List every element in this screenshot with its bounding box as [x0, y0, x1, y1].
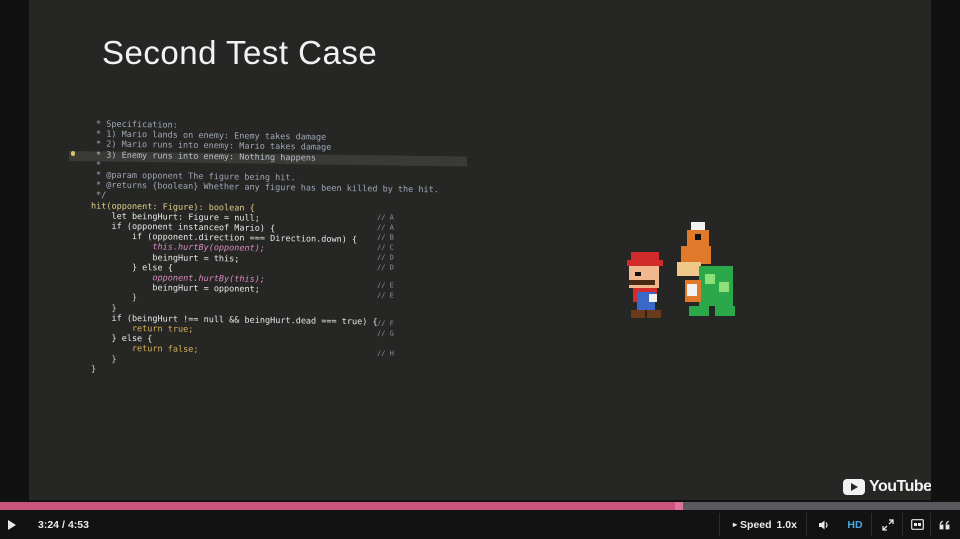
time-separator: / — [62, 518, 65, 531]
speed-label: Speed — [740, 518, 772, 531]
divider — [871, 513, 872, 536]
divider — [930, 513, 931, 536]
code-annotation: // A — [377, 213, 394, 222]
code-annotation: // A — [377, 223, 394, 232]
volume-icon — [819, 520, 828, 529]
slide: Second Test Case * Specification: * 1) M… — [29, 0, 931, 500]
player-controls: 3:24 / 4:53 ▸ Speed 1.0x HD — [0, 510, 960, 539]
divider — [719, 513, 720, 536]
hd-quality-button[interactable]: HD — [845, 510, 865, 539]
youtube-play-icon — [843, 479, 865, 495]
video-player[interactable]: Second Test Case * Specification: * 1) M… — [0, 0, 960, 510]
youtube-logo[interactable]: YouTube — [843, 477, 931, 497]
captions-button[interactable] — [907, 510, 927, 539]
captions-icon — [910, 519, 924, 530]
code-line: */ — [96, 190, 107, 201]
code-line: } — [91, 364, 97, 375]
code-annotation: // H — [377, 349, 394, 358]
volume-button[interactable] — [814, 510, 834, 539]
divider — [902, 513, 903, 536]
code-annotation: // D — [377, 253, 394, 262]
code-line: } — [91, 292, 138, 304]
divider — [806, 513, 807, 536]
code-line: } — [91, 303, 117, 314]
expand-arrows-icon — [882, 518, 894, 531]
caret-right-icon: ▸ — [733, 520, 738, 529]
code-line: * — [96, 160, 102, 171]
time-display: 3:24 / 4:53 — [38, 510, 89, 539]
mario-and-koopa-sprite-icon — [627, 222, 735, 318]
fullscreen-button[interactable] — [878, 510, 898, 539]
code-annotation: // D — [377, 263, 394, 272]
progress-fill — [0, 502, 679, 510]
quote-button[interactable] — [935, 510, 955, 539]
progress-bar[interactable] — [0, 502, 960, 510]
time-total: 4:53 — [67, 518, 89, 531]
code-line: * 3) Enemy runs into enemy: Nothing happ… — [96, 150, 317, 164]
code-line: } — [91, 354, 117, 365]
code-line: return false; — [91, 343, 199, 355]
code-annotation: // F — [377, 319, 394, 328]
speed-value: 1.0x — [776, 518, 797, 531]
code-annotation: // C — [377, 243, 394, 252]
code-annotation: // E — [377, 281, 394, 290]
youtube-logo-text: YouTube — [869, 478, 931, 495]
code-annotation: // G — [377, 329, 394, 338]
code-block: * Specification: * 1) Mario lands on ene… — [59, 119, 499, 400]
quote-icon — [939, 520, 950, 529]
progress-handle[interactable] — [674, 502, 683, 510]
code-annotation: // B — [377, 233, 394, 242]
time-current: 3:24 — [38, 518, 60, 531]
code-line: * @returns {boolean} Whether any figure … — [96, 180, 439, 196]
play-button[interactable] — [8, 510, 22, 539]
code-annotation: // E — [377, 291, 394, 300]
slide-title: Second Test Case — [102, 34, 378, 71]
speed-button[interactable]: ▸ Speed 1.0x — [733, 510, 797, 539]
